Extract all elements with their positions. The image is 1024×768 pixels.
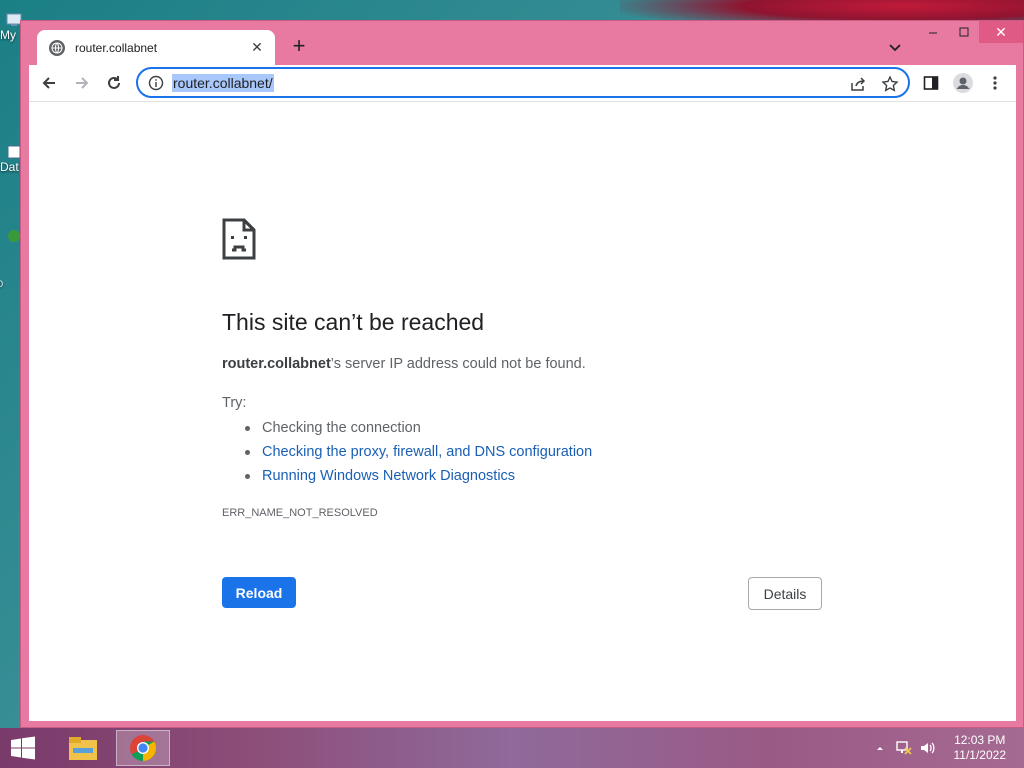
desktop-icon-app[interactable]: 0: [0, 228, 22, 289]
clock-date: 11/1/2022: [953, 748, 1007, 762]
menu-icon[interactable]: [981, 69, 1009, 97]
page-content: This site can’t be reached router.collab…: [29, 101, 1016, 721]
error-summary: router.collabnet’s server IP address cou…: [222, 356, 586, 372]
address-bar[interactable]: router.collabnet/: [136, 67, 910, 98]
network-diagnostics-link[interactable]: Running Windows Network Diagnostics: [262, 468, 515, 484]
desktop-icon-label: 0: [0, 279, 4, 289]
windows-start-icon[interactable]: [8, 736, 38, 760]
browser-window: router.collabnet ✕ + ✕ router.collabnet/…: [20, 20, 1024, 728]
info-icon[interactable]: [148, 75, 164, 91]
browser-toolbar: router.collabnet/: [29, 65, 1016, 101]
minimize-icon[interactable]: [917, 21, 948, 43]
desktop-icon-data[interactable]: Dat: [0, 144, 22, 174]
globe-icon: [49, 39, 65, 56]
bookmark-star-icon[interactable]: [880, 74, 900, 94]
tab-close-icon[interactable]: ✕: [249, 39, 265, 56]
window-controls: ✕: [917, 21, 1023, 45]
side-panel-icon[interactable]: [917, 69, 945, 97]
profile-icon[interactable]: [949, 69, 977, 97]
chrome-icon[interactable]: [116, 730, 170, 766]
url-text[interactable]: router.collabnet/: [172, 73, 274, 92]
desktop-icon-label: My: [0, 28, 16, 42]
clock-time: 12:03 PM: [954, 733, 1006, 747]
error-summary-text: ’s server IP address could not be found.: [330, 356, 586, 372]
taskbar-clock[interactable]: 12:03 PM 11/1/2022: [954, 733, 1007, 763]
file-explorer-icon[interactable]: [56, 730, 110, 766]
desktop-icon-my-computer[interactable]: My: [0, 12, 22, 42]
suggestion-item: Checking the connection: [242, 419, 592, 443]
close-icon[interactable]: ✕: [979, 21, 1023, 43]
tab-strip: router.collabnet ✕ + ✕: [21, 21, 1023, 65]
new-tab-button[interactable]: +: [287, 35, 311, 59]
maximize-icon[interactable]: [948, 21, 979, 43]
forward-arrow-icon[interactable]: [68, 69, 96, 97]
share-icon[interactable]: [848, 74, 868, 94]
suggestion-item[interactable]: Checking the proxy, firewall, and DNS co…: [242, 443, 592, 467]
error-code: ERR_NAME_NOT_RESOLVED: [222, 507, 378, 519]
desktop-icon-label: Dat: [0, 160, 19, 174]
details-button[interactable]: Details: [748, 577, 822, 610]
reload-icon[interactable]: [100, 69, 128, 97]
suggestions-list: Checking the connection Checking the pro…: [242, 419, 592, 491]
proxy-dns-link[interactable]: Checking the proxy, firewall, and DNS co…: [262, 444, 592, 460]
tab-title: router.collabnet: [75, 40, 158, 55]
taskbar: 12:03 PM 11/1/2022: [0, 728, 1024, 768]
error-heading: This site can’t be reached: [222, 309, 485, 335]
try-label: Try:: [222, 395, 247, 411]
reload-button[interactable]: Reload: [222, 577, 296, 608]
tab-search-chevron-icon[interactable]: [885, 37, 905, 57]
omnibox-actions: [848, 74, 900, 94]
error-host: router.collabnet: [222, 356, 331, 372]
up-arrow-icon[interactable]: [870, 738, 890, 758]
system-tray: 12:03 PM 11/1/2022: [870, 728, 1024, 768]
suggestion-text: Checking the connection: [262, 420, 421, 436]
browser-tab[interactable]: router.collabnet ✕: [37, 30, 275, 65]
sad-page-icon: [222, 218, 256, 260]
network-icon[interactable]: [894, 738, 914, 758]
back-arrow-icon[interactable]: [35, 69, 63, 97]
suggestion-item[interactable]: Running Windows Network Diagnostics: [242, 467, 592, 491]
volume-icon[interactable]: [918, 738, 938, 758]
